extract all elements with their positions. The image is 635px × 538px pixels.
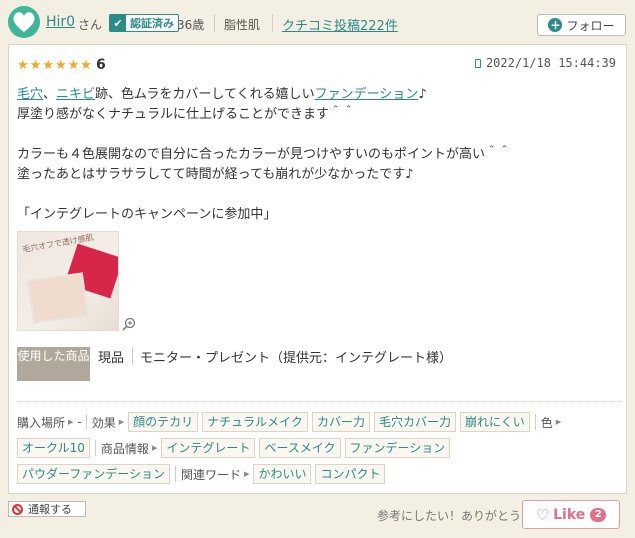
- star-icon: ★: [67, 57, 80, 73]
- color-label: 色: [540, 415, 553, 430]
- mobile-icon: [474, 58, 481, 68]
- keyword-link[interactable]: ファンデーション: [315, 87, 419, 102]
- review-photo[interactable]: 毛穴オフで透け感肌: [17, 231, 119, 331]
- post-date: 2022/1/18 15:44:39: [474, 56, 616, 70]
- body-line: 「インテグレートのキャンペーンに参加中」: [17, 207, 277, 222]
- posts-count-link[interactable]: クチコミ投稿222件: [282, 15, 398, 34]
- effect-label: 効果: [91, 415, 116, 430]
- star-icon: ★: [42, 57, 54, 73]
- related-tag[interactable]: コンパクト: [315, 464, 386, 484]
- tag-row: パウダーファンデーション 関連ワード ▶ かわいい コンパクト: [17, 461, 621, 487]
- honorific: さん: [78, 18, 103, 32]
- user-age: 36歳: [177, 18, 205, 32]
- thanks-text: 参考にしたい！ありがとう: [377, 509, 522, 523]
- keyword-link[interactable]: ニキビ: [56, 87, 95, 102]
- product-info-tag[interactable]: インテグレート: [161, 438, 256, 458]
- heart-icon: ♡: [535, 505, 550, 524]
- compact-shape: [27, 272, 89, 324]
- review-header: Hir0 さん ✔ 認証済み 36歳 脂性肌 クチコミ投稿222件 + フォロー: [0, 0, 635, 44]
- monitor-info: モニター・プレゼント（提供元：インテグレート様）: [140, 351, 453, 366]
- color-tag[interactable]: オークル10: [17, 438, 90, 458]
- related-tag[interactable]: かわいい: [253, 464, 312, 484]
- divider: [214, 14, 215, 32]
- like-label: Like: [553, 506, 586, 523]
- ban-icon: [12, 503, 23, 515]
- caret-right-icon: ▶: [68, 418, 74, 426]
- zoom-icon[interactable]: [122, 317, 136, 331]
- tag-row: オークル10 商品情報 ▶ インテグレート ベースメイク ファンデーション: [17, 435, 621, 461]
- product-type: 現品: [98, 351, 125, 366]
- username-link[interactable]: Hir0: [46, 14, 75, 30]
- text-span: ♪: [418, 87, 427, 102]
- skin-type: 脂性肌: [224, 18, 261, 32]
- body-line: 厚塗り感がなくナチュラルに仕上げることができます＾＾: [17, 107, 356, 122]
- divider: [132, 347, 133, 365]
- product-info-tag[interactable]: ベースメイク: [259, 438, 341, 458]
- effect-tag[interactable]: 崩れにくい: [459, 412, 530, 432]
- effect-tag[interactable]: ナチュラルメイク: [202, 412, 308, 432]
- verified-label: 認証済み: [130, 17, 174, 30]
- report-button[interactable]: 通報する: [8, 501, 86, 517]
- divider: [175, 466, 177, 482]
- body-line: 毛穴、ニキビ跡、色ムラをカバーしてくれる嬉しいファンデーション♪: [17, 85, 617, 105]
- tag-row: 購入場所 ▶ - 効果 ▶ 顔のテカリ ナチュラルメイク カバー力 毛穴カバー力…: [17, 409, 621, 435]
- rating-score: 6: [95, 57, 106, 73]
- purchase-label: 購入場所: [17, 415, 66, 430]
- divider: [94, 440, 96, 456]
- divider: [85, 414, 87, 430]
- like-count: 2: [590, 507, 607, 522]
- star-icon: ★: [54, 57, 67, 73]
- verified-badge: ✔ 認証済み: [109, 14, 179, 32]
- plus-icon: +: [548, 18, 563, 32]
- heart-logo-icon: [13, 12, 35, 32]
- review-body: 毛穴、ニキビ跡、色ムラをカバーしてくれる嬉しいファンデーション♪ 厚塗り感がなく…: [17, 85, 617, 225]
- follow-button[interactable]: + フォロー: [537, 14, 626, 36]
- star-icon: ★: [80, 57, 92, 73]
- star-icon: ★: [17, 57, 29, 73]
- divider: [272, 14, 273, 32]
- effect-tag[interactable]: 顔のテカリ: [128, 412, 199, 432]
- dotted-divider: [17, 401, 620, 402]
- body-line: カラーも４色展開なので自分に合ったカラーが見つけやすいのもポイントが高い＾＾: [17, 147, 512, 162]
- tag-section: 購入場所 ▶ - 効果 ▶ 顔のテカリ ナチュラルメイク カバー力 毛穴カバー力…: [17, 409, 621, 487]
- caret-right-icon: ▶: [118, 418, 125, 426]
- purchase-value: -: [77, 415, 82, 429]
- product-info-label: 商品情報: [100, 441, 149, 456]
- report-label: 通報する: [28, 503, 72, 516]
- date-text: 2022/1/18 15:44:39: [485, 56, 616, 70]
- review-card: ★ ★ ★ ★ ★ ★ 6 2022/1/18 15:44:39 毛穴、ニキビ跡…: [8, 44, 627, 494]
- follow-label: フォロー: [566, 18, 615, 33]
- caret-right-icon: ▶: [244, 470, 250, 478]
- used-product-badge: 使用した商品: [17, 347, 90, 381]
- text-span: 、: [43, 87, 57, 102]
- star-rating: ★ ★ ★ ★ ★ ★ 6: [17, 57, 106, 73]
- user-avatar[interactable]: [8, 6, 40, 38]
- keyword-link[interactable]: 毛穴: [17, 87, 43, 102]
- effect-tag[interactable]: カバー力: [311, 412, 370, 432]
- body-line: 塗ったあとはサラサラしてて時間が経っても崩れが少なかったです♪: [17, 167, 414, 182]
- like-button[interactable]: ♡ Like 2: [522, 500, 620, 529]
- caret-right-icon: ▶: [555, 418, 562, 426]
- checkmark-icon: ✔: [110, 15, 126, 31]
- product-info-tag[interactable]: ファンデーション: [344, 438, 451, 458]
- text-span: 跡、色ムラをカバーしてくれる嬉しい: [95, 87, 315, 102]
- divider: [534, 414, 536, 430]
- effect-tag[interactable]: 毛穴カバー力: [373, 412, 456, 432]
- product-info-tag[interactable]: パウダーファンデーション: [17, 464, 171, 484]
- caret-right-icon: ▶: [151, 444, 158, 452]
- star-icon: ★: [29, 57, 42, 73]
- related-label: 関連ワード: [181, 467, 242, 482]
